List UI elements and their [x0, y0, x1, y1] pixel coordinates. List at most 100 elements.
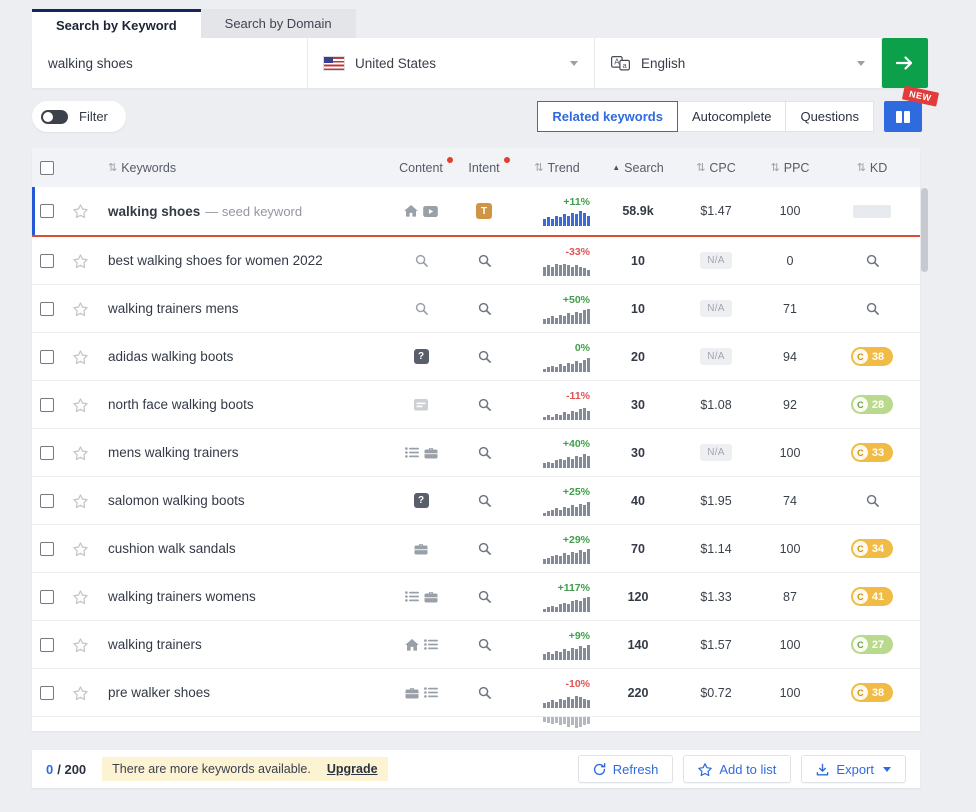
trend-sparkline [543, 644, 590, 660]
favorite-star-icon[interactable] [73, 302, 88, 316]
header-intent[interactable]: Intent [468, 161, 499, 175]
keyword-text[interactable]: adidas walking boots [108, 349, 233, 364]
trend-cell: -10% [514, 669, 600, 716]
tab-search-by-domain[interactable]: Search by Domain [201, 9, 356, 38]
kd-badge: C33 [851, 443, 893, 462]
favorite-star-icon[interactable] [73, 398, 88, 412]
favorite-star-icon[interactable] [73, 686, 88, 700]
header-cpc[interactable]: CPC [709, 161, 735, 175]
keyword-text[interactable]: mens walking trainers [108, 445, 239, 460]
intent-search-icon[interactable] [478, 590, 491, 603]
country-select[interactable]: United States [308, 38, 595, 88]
add-to-list-button[interactable]: Add to list [683, 755, 791, 783]
table-row: mens walking trainers+40%30N/A100C33 [32, 429, 920, 477]
table-row: pre walker shoes-10%220$0.72100C38 [32, 669, 920, 717]
header-content[interactable]: Content [399, 161, 443, 175]
row-checkbox[interactable] [40, 350, 54, 364]
filter-toggle[interactable]: Filter [32, 101, 126, 132]
trend-percent: 0% [575, 342, 590, 354]
vertical-scrollbar[interactable] [921, 150, 928, 734]
row-checkbox[interactable] [40, 446, 54, 460]
kd-grade-icon: C [853, 685, 868, 700]
language-select[interactable]: Aa English [595, 38, 882, 88]
keyword-text[interactable]: best walking shoes for women 2022 [108, 253, 323, 268]
favorite-cell [62, 573, 98, 620]
favorite-star-icon[interactable] [73, 446, 88, 460]
header-ppc[interactable]: PPC [784, 161, 810, 175]
header-kd[interactable]: KD [870, 161, 887, 175]
view-questions[interactable]: Questions [786, 101, 874, 132]
search-submit-button[interactable] [882, 38, 928, 88]
row-checkbox[interactable] [40, 494, 54, 508]
keyword-text[interactable]: pre walker shoes [108, 685, 210, 700]
row-checkbox[interactable] [40, 638, 54, 652]
row-checkbox[interactable] [40, 302, 54, 316]
upgrade-link[interactable]: Upgrade [327, 762, 378, 776]
row-checkbox[interactable] [40, 204, 54, 218]
checkbox-cell [32, 621, 62, 668]
favorite-star-icon[interactable] [73, 638, 88, 652]
checkbox-cell [32, 573, 62, 620]
favorite-star-icon[interactable] [73, 590, 88, 604]
keyword-text[interactable]: walking trainers [108, 637, 202, 652]
kd-search-icon[interactable] [866, 302, 879, 315]
intent-search-icon[interactable] [478, 494, 491, 507]
cpc-cell: N/A [676, 237, 756, 284]
cpc-cell: $1.14 [676, 525, 756, 572]
row-checkbox[interactable] [40, 398, 54, 412]
keyword-text[interactable]: salomon walking boots [108, 493, 245, 508]
favorite-star-icon[interactable] [73, 350, 88, 364]
favorite-star-icon[interactable] [73, 494, 88, 508]
trend-cell: +25% [514, 477, 600, 524]
intent-search-icon[interactable] [478, 638, 491, 651]
row-checkbox[interactable] [40, 542, 54, 556]
keyword-search-input[interactable] [48, 56, 291, 71]
keyword-text[interactable]: walking trainers womens [108, 589, 256, 604]
intent-search-icon[interactable] [478, 446, 491, 459]
trend-sparkline [543, 210, 590, 226]
row-checkbox[interactable] [40, 254, 54, 268]
kd-cell [824, 187, 920, 235]
view-related-keywords[interactable]: Related keywords [537, 101, 678, 132]
favorite-star-icon[interactable] [73, 254, 88, 268]
row-checkbox[interactable] [40, 686, 54, 700]
intent-search-icon[interactable] [478, 398, 491, 411]
keyword-text[interactable]: north face walking boots [108, 397, 254, 412]
kd-grade-icon: C [853, 589, 868, 604]
list-icon [405, 447, 419, 458]
table-row: adidas walking boots?0%20N/A94C38 [32, 333, 920, 381]
keyword-text[interactable]: walking shoes [108, 204, 200, 219]
row-checkbox[interactable] [40, 590, 54, 604]
intent-search-icon[interactable] [478, 542, 491, 555]
export-button[interactable]: Export [801, 755, 906, 783]
arrow-right-icon [895, 55, 915, 71]
view-autocomplete[interactable]: Autocomplete [678, 101, 787, 132]
scrollbar-thumb[interactable] [921, 188, 928, 272]
keyword-text[interactable]: walking trainers mens [108, 301, 239, 316]
table-row: salomon walking boots?+25%40$1.9574 [32, 477, 920, 525]
intent-search-icon[interactable] [478, 350, 491, 363]
header-trend[interactable]: Trend [548, 161, 580, 175]
refresh-button[interactable]: Refresh [578, 755, 674, 783]
header-keywords[interactable]: Keywords [121, 161, 176, 175]
favorite-star-icon[interactable] [73, 204, 88, 218]
kd-cell [824, 237, 920, 284]
trend-sparkline [543, 548, 590, 564]
select-all-checkbox[interactable] [40, 161, 54, 175]
intent-search-icon[interactable] [478, 302, 491, 315]
keyword-text[interactable]: cushion walk sandals [108, 541, 236, 556]
columns-settings-button[interactable]: NEW [884, 101, 922, 132]
kd-search-icon[interactable] [866, 494, 879, 507]
favorite-star-icon[interactable] [73, 542, 88, 556]
tab-search-by-keyword[interactable]: Search by Keyword [32, 9, 201, 38]
intent-search-icon[interactable] [478, 254, 491, 267]
intent-cell [454, 381, 514, 428]
intent-search-icon[interactable] [478, 686, 491, 699]
trend-percent: +29% [563, 534, 590, 546]
trend-sparkline [543, 308, 590, 324]
search-volume-cell: 70 [600, 525, 676, 572]
kd-cell: C27 [824, 621, 920, 668]
filter-label: Filter [79, 109, 108, 124]
kd-search-icon[interactable] [866, 254, 879, 267]
header-search[interactable]: Search [624, 161, 664, 175]
